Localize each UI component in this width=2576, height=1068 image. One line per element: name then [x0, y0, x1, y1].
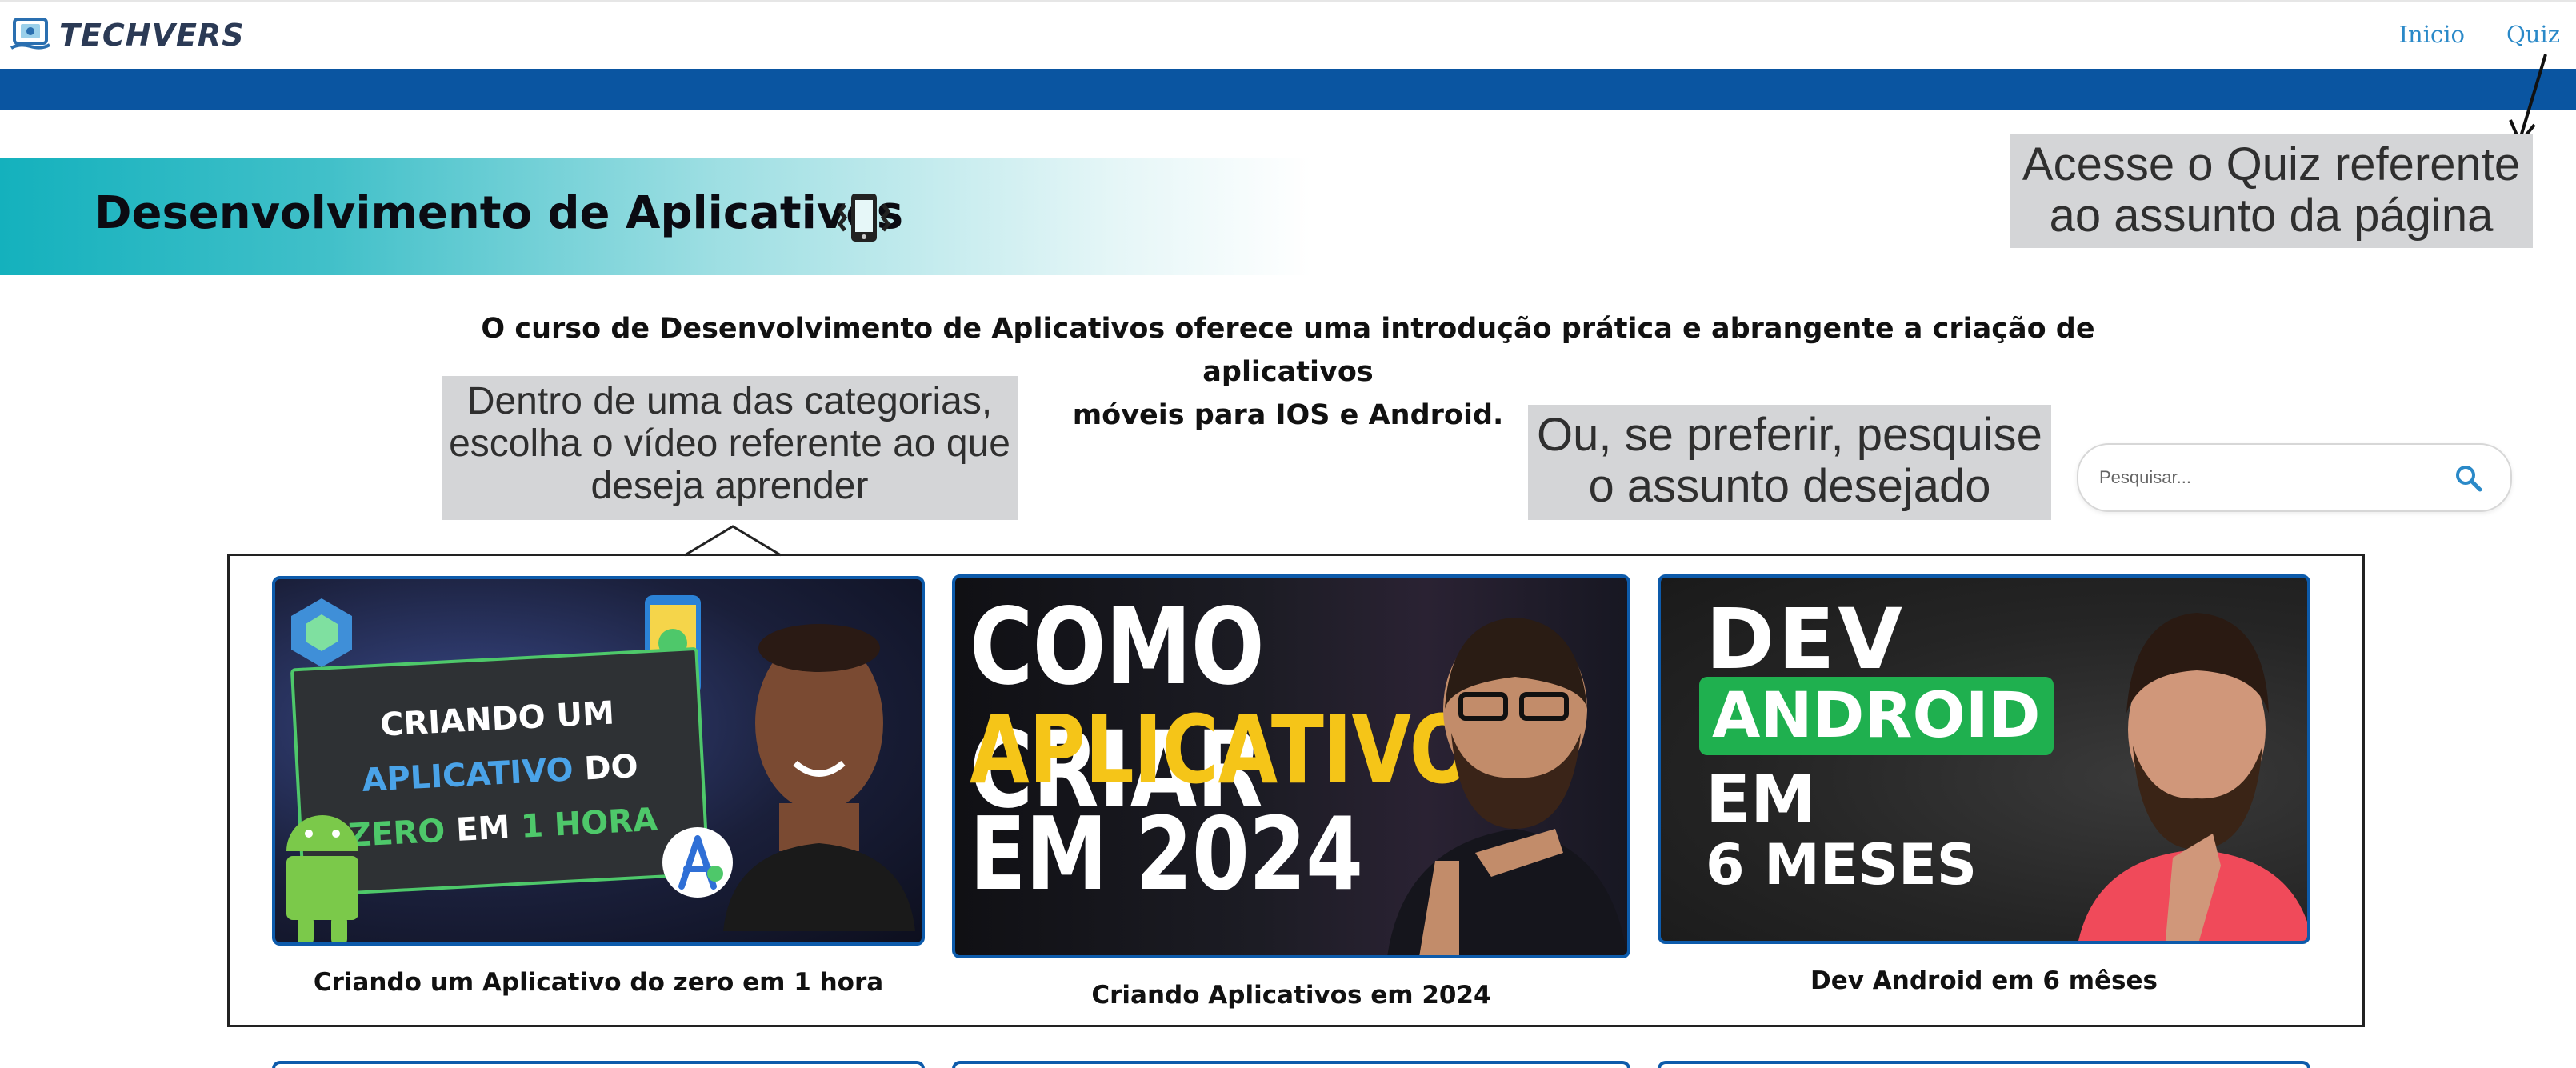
- search-hint-line: o assunto desejado: [1588, 459, 1991, 512]
- main-nav: Inicio Quiz: [2399, 21, 2560, 48]
- video-title[interactable]: Dev Android em 6 mêses: [1658, 966, 2310, 995]
- quiz-hint-line: ao assunto da página: [2049, 189, 2494, 242]
- techvers-logo-icon: [10, 18, 51, 50]
- presenter-photo: [1387, 618, 1627, 955]
- thumb-text: CRIANDO UM: [379, 694, 615, 744]
- nav-link-quiz[interactable]: Quiz: [2506, 21, 2560, 48]
- video-card[interactable]: CRIANDO UM APLICATIVO DO ZERO EM 1 HORA …: [272, 576, 925, 1008]
- video-title[interactable]: Criando Aplicativos em 2024: [952, 981, 1630, 1010]
- search-hint-line: Ou, se preferir, pesquise: [1537, 409, 2042, 461]
- video-hint-line: escolha o vídeo referente ao que: [449, 422, 1010, 465]
- thumb-text: DO: [572, 747, 639, 789]
- quiz-hint-callout: Acesse o Quiz referente ao assunto da pá…: [2010, 134, 2533, 248]
- video-hint-callout: Dentro de uma das categorias, escolha o …: [442, 376, 1018, 520]
- video-hint-line: Dentro de uma das categorias,: [466, 380, 993, 422]
- page-title-banner: Desenvolvimento de Aplicativos: [0, 158, 1312, 275]
- top-navbar: TECHVERS Inicio Quiz: [0, 0, 2576, 69]
- search-input[interactable]: [2099, 459, 2435, 496]
- video-thumbnail[interactable]: CRIANDO UM APLICATIVO DO ZERO EM 1 HORA: [272, 576, 925, 946]
- thumb-text: EM: [444, 808, 522, 850]
- video-card-partial[interactable]: [1658, 1061, 2310, 1068]
- android-robot-icon: [286, 815, 358, 942]
- thumb-text-green: 1 HORA: [519, 801, 659, 846]
- presenter-photo: [723, 624, 915, 931]
- video-thumbnail[interactable]: DEV ANDROID EM 6 MESES: [1658, 574, 2310, 944]
- thumb-text: DEV: [1706, 590, 1906, 688]
- thumb-text-badge: ANDROID: [1699, 677, 2054, 755]
- page-title: Desenvolvimento de Aplicativos: [94, 187, 904, 239]
- presenter-photo: [2078, 613, 2307, 941]
- video-card-partial[interactable]: [272, 1061, 925, 1068]
- nav-link-inicio[interactable]: Inicio: [2399, 21, 2465, 48]
- search-hint-callout: Ou, se preferir, pesquise o assunto dese…: [1528, 405, 2051, 520]
- search-icon[interactable]: [2451, 461, 2486, 496]
- thumb-text: 6 MESES: [1706, 832, 1978, 898]
- video-thumbnail[interactable]: COMO CRIAR APLICATIVOS EM 2024: [952, 574, 1630, 958]
- brand-logo[interactable]: TECHVERS: [8, 13, 245, 58]
- video-hint-line: deseja aprender: [590, 464, 869, 507]
- jetpack-compose-icon: [291, 598, 352, 667]
- video-card[interactable]: DEV ANDROID EM 6 MESES Dev Android em 6 …: [1658, 574, 2310, 1006]
- callout-pointer-notch: [685, 525, 781, 557]
- thumb-text: EM: [1706, 762, 1816, 838]
- brand-name: TECHVERS: [59, 18, 245, 53]
- video-card[interactable]: COMO CRIAR APLICATIVOS EM 2024 Criando A…: [952, 574, 1630, 1022]
- thumb-text: APLICATIVO DO: [298, 745, 702, 802]
- video-card-partial[interactable]: [952, 1061, 1630, 1068]
- thumb-text-blue: APLICATIVO: [361, 751, 574, 800]
- search-box: [2077, 443, 2512, 512]
- thumb-text: EM 2024: [970, 795, 1363, 913]
- header-accent-bar: [0, 69, 2576, 110]
- phone-vibrate-icon: [837, 194, 891, 242]
- quiz-hint-line: Acesse o Quiz referente: [2022, 138, 2521, 190]
- video-title[interactable]: Criando um Aplicativo do zero em 1 hora: [272, 968, 925, 997]
